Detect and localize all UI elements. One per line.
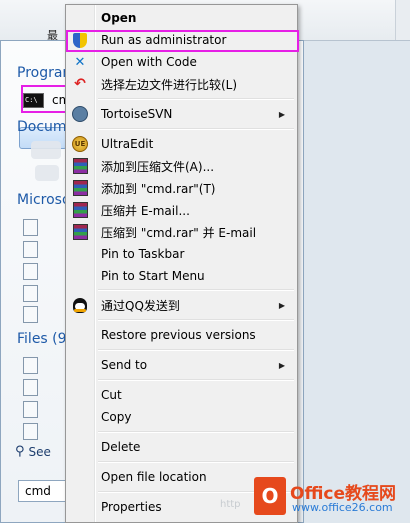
group-heading-microsoft[interactable]: Microso (17, 192, 71, 208)
menu-item-copy[interactable]: Copy (68, 406, 295, 428)
winrar-icon (72, 180, 88, 196)
list-item[interactable] (23, 422, 38, 440)
cmd-icon: C:\ (23, 92, 44, 108)
menu-separator (98, 289, 294, 291)
watermark-url: www.office26.com (292, 501, 393, 514)
menu-item-label: 选择左边文件进行比较(L) (101, 77, 238, 92)
compare-arrow-icon: ↶ (74, 76, 86, 92)
menu-item-label: 压缩到 "cmd.rar" 并 E-mail (101, 225, 257, 240)
watermark-faint-text: http (220, 499, 241, 510)
file-icon (23, 400, 38, 418)
qq-icon (72, 297, 88, 313)
ultraedit-icon: UE (72, 136, 88, 152)
menu-item-compress-and-email[interactable]: 压缩并 E-mail... (68, 199, 295, 221)
menu-item-compare-left[interactable]: ↶ 选择左边文件进行比较(L) (68, 73, 295, 95)
document-icon (23, 305, 38, 323)
menu-item-open[interactable]: Open (68, 7, 295, 29)
background-scrollbar[interactable] (395, 0, 410, 40)
menu-separator (98, 349, 294, 351)
group-heading-documents[interactable]: Docum (17, 119, 67, 135)
menu-item-label: Pin to Start Menu (101, 269, 205, 283)
menu-separator (98, 379, 294, 381)
menu-item-label: 添加到 "cmd.rar"(T) (101, 181, 216, 196)
submenu-arrow-icon: ▶ (278, 109, 285, 119)
context-menu: Open Run as administrator ✕ Open with Co… (65, 4, 298, 523)
menu-separator (98, 98, 294, 100)
menu-separator (98, 128, 294, 130)
list-item[interactable] (23, 305, 38, 323)
menu-item-label: Open (101, 11, 137, 25)
list-item[interactable] (23, 378, 38, 396)
menu-item-label: Copy (101, 410, 132, 424)
menu-item-pin-to-start-menu[interactable]: Pin to Start Menu (68, 265, 295, 287)
menu-item-label: Cut (101, 388, 122, 402)
winrar-icon (72, 158, 88, 174)
menu-item-label: Open with Code (101, 55, 197, 69)
list-item[interactable] (23, 400, 38, 418)
list-item[interactable] (23, 262, 38, 280)
document-icon (23, 240, 38, 258)
result-cmd[interactable]: C:\ cm (23, 91, 70, 109)
blurred-result (35, 165, 59, 181)
menu-item-label: Open file location (101, 470, 207, 484)
submenu-arrow-icon: ▶ (278, 360, 285, 370)
search-icon: ⚲ (15, 444, 25, 459)
list-item[interactable] (23, 218, 38, 236)
menu-item-label: Run as administrator (101, 33, 227, 47)
list-item[interactable] (23, 240, 38, 258)
document-icon (23, 284, 38, 302)
list-item[interactable] (23, 356, 38, 374)
menu-separator (98, 461, 294, 463)
document-icon (23, 262, 38, 280)
submenu-arrow-icon: ▶ (278, 300, 285, 310)
menu-item-label: Delete (101, 440, 141, 454)
menu-item-compress-to-cmd-rar-and-email[interactable]: 压缩到 "cmd.rar" 并 E-mail (68, 221, 295, 243)
menu-item-add-to-archive[interactable]: 添加到压缩文件(A)... (68, 155, 295, 177)
menu-item-restore-previous-versions[interactable]: Restore previous versions (68, 324, 295, 346)
menu-item-run-as-administrator[interactable]: Run as administrator (68, 29, 295, 51)
tortoisesvn-icon (72, 106, 88, 122)
menu-item-delete[interactable]: Delete (68, 436, 295, 458)
menu-item-open-with-code[interactable]: ✕ Open with Code (68, 51, 295, 73)
menu-item-label: Restore previous versions (101, 328, 256, 342)
menu-item-label: 压缩并 E-mail... (101, 203, 190, 218)
menu-item-label: Properties (101, 500, 162, 514)
start-search-input[interactable]: cmd (18, 480, 68, 502)
menu-item-label: UltraEdit (101, 137, 154, 151)
menu-item-label: Send to (101, 358, 148, 372)
menu-item-pin-to-taskbar[interactable]: Pin to Taskbar (68, 243, 295, 265)
watermark: http O Office教程网 www.office26.com (220, 469, 410, 523)
menu-separator (98, 319, 294, 321)
menu-item-label: Pin to Taskbar (101, 247, 185, 261)
menu-item-label: 通过QQ发送到 (101, 298, 180, 313)
menu-item-cut[interactable]: Cut (68, 384, 295, 406)
see-more-label: See (28, 444, 51, 459)
winrar-icon (72, 202, 88, 218)
file-icon (23, 378, 38, 396)
menu-separator (98, 431, 294, 433)
list-item[interactable] (23, 284, 38, 302)
menu-item-ultraedit[interactable]: UE UltraEdit (68, 133, 295, 155)
menu-item-tortoisesvn[interactable]: TortoiseSVN ▶ (68, 103, 295, 125)
uac-shield-icon (72, 32, 88, 48)
office-logo-icon: O (254, 477, 286, 515)
menu-item-label: TortoiseSVN (101, 107, 173, 121)
winrar-icon (72, 224, 88, 240)
file-icon (23, 422, 38, 440)
menu-item-label: 添加到压缩文件(A)... (101, 159, 215, 174)
blurred-result (31, 141, 61, 159)
menu-item-add-to-cmd-rar[interactable]: 添加到 "cmd.rar"(T) (68, 177, 295, 199)
document-icon (23, 218, 38, 236)
file-icon (23, 356, 38, 374)
menu-item-send-via-qq[interactable]: 通过QQ发送到 ▶ (68, 294, 295, 316)
menu-item-send-to[interactable]: Send to ▶ (68, 354, 295, 376)
see-more-results-link[interactable]: ⚲ See (15, 444, 51, 459)
vscode-icon: ✕ (74, 54, 86, 70)
